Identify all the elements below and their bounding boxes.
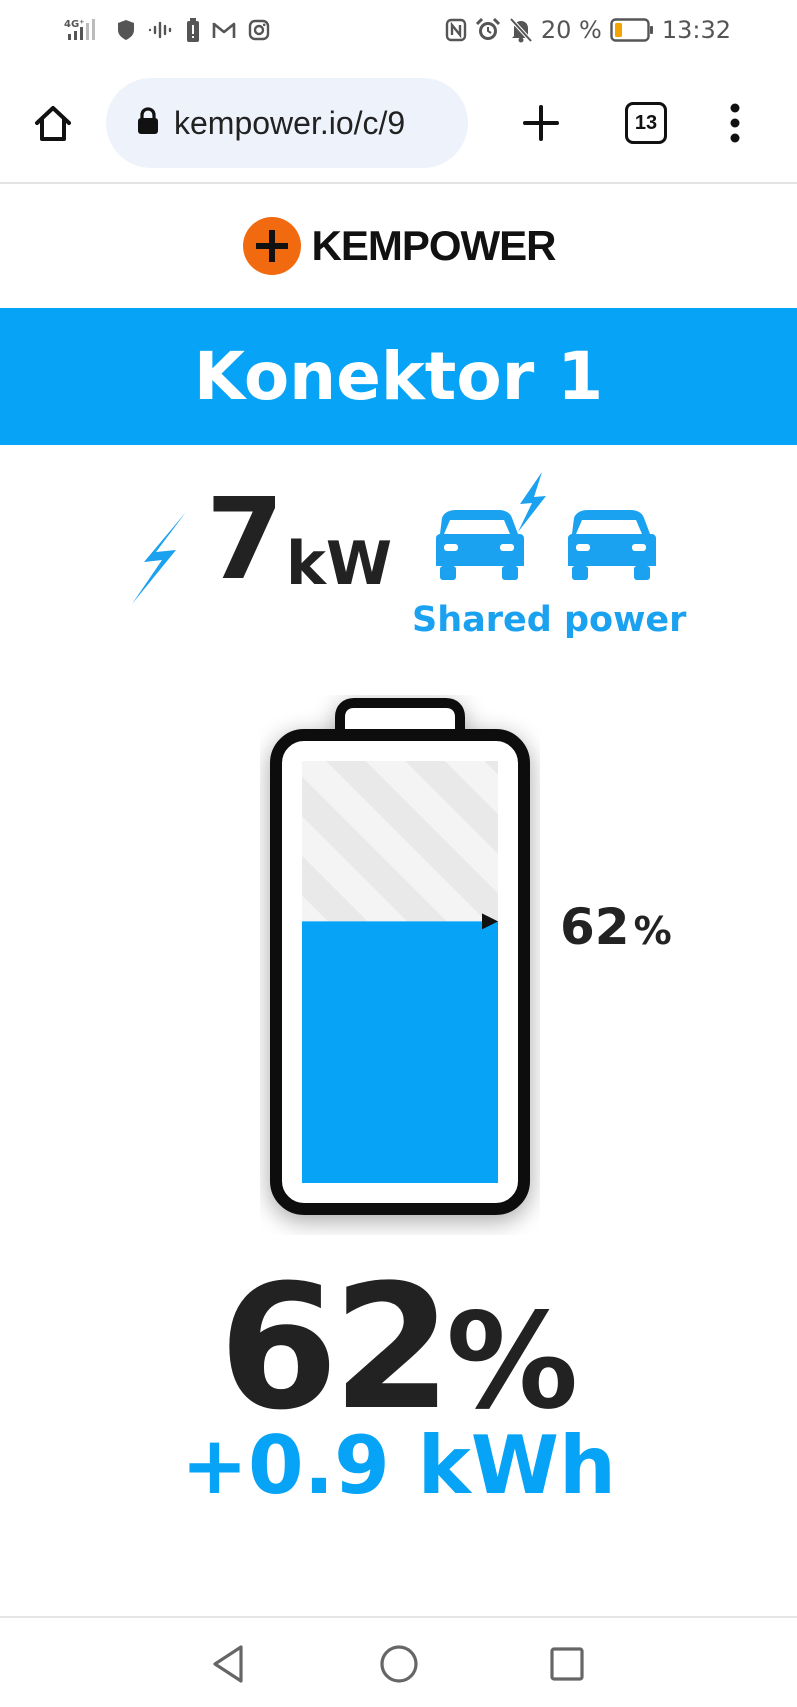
home-button[interactable]: [28, 98, 78, 148]
shared-power-label: Shared power: [412, 600, 687, 640]
clock: 13:32: [661, 16, 731, 44]
recents-button[interactable]: [543, 1640, 591, 1688]
lightning-bolt-icon: [132, 512, 186, 604]
logo-area: KEMPOWER: [0, 184, 797, 308]
back-triangle-icon: [213, 1645, 243, 1683]
browser-toolbar: kempower.io/c/9 13: [0, 62, 797, 184]
shared-power-cars-icon: [436, 472, 656, 580]
power-row: 7 kW Shared power: [0, 470, 797, 650]
recents-square-icon: [550, 1647, 584, 1681]
kempower-plus-icon: [242, 217, 301, 275]
battery-percent: 20 %: [540, 16, 602, 44]
back-button[interactable]: [204, 1640, 252, 1688]
new-tab-button[interactable]: [516, 98, 566, 148]
instagram-icon: [248, 19, 270, 41]
level-unit: %: [633, 909, 672, 953]
signal-icon: 4G⁺: [64, 17, 104, 43]
charge-percent-value: 62: [218, 1247, 452, 1448]
charge-percent-unit: %: [446, 1285, 579, 1439]
more-vertical-icon: [730, 103, 740, 143]
bell-off-icon: [509, 17, 533, 43]
lock-icon: [136, 106, 160, 140]
energy-delivered: +0.9 kWh: [181, 1419, 616, 1512]
alarm-icon: [475, 17, 501, 43]
plus-icon: [523, 105, 559, 141]
home-icon: [35, 106, 71, 141]
soundwave-icon: [148, 20, 174, 40]
status-bar: 4G⁺ 20 % 13:32: [0, 0, 797, 62]
shield-icon: [116, 19, 136, 41]
battery-gauge: [270, 698, 530, 1215]
charge-percent: 62%: [0, 1262, 797, 1434]
status-left: 4G⁺: [64, 16, 270, 44]
gmail-icon: [212, 20, 236, 40]
status-right: 20 % 13:32: [445, 16, 731, 44]
logo-text: KEMPOWER: [311, 222, 557, 269]
tab-switcher-button[interactable]: 13: [625, 102, 667, 144]
nfc-icon: [445, 18, 467, 42]
url-text: kempower.io/c/9: [174, 104, 406, 141]
battery-alert-icon: [186, 18, 200, 42]
address-bar[interactable]: kempower.io/c/9: [106, 78, 468, 168]
page: 4G⁺ 20 % 13:32 kempower.io/c/9 13 KEMPOW…: [0, 0, 797, 1707]
connector-title-banner: Konektor 1: [0, 308, 797, 445]
system-navigation-bar: [0, 1616, 797, 1707]
level-value: 62: [560, 898, 630, 956]
connector-title: Konektor 1: [193, 338, 604, 415]
battery-icon: [610, 18, 654, 42]
overflow-menu-button[interactable]: [720, 98, 750, 148]
battery-level-label: 62%: [560, 898, 672, 956]
battery-fill: [302, 921, 498, 1183]
power-unit: kW: [286, 529, 393, 599]
kempower-logo[interactable]: KEMPOWER: [242, 216, 557, 276]
power-value: 7: [206, 475, 284, 605]
home-circle-icon: [380, 1645, 418, 1683]
home-nav-button[interactable]: [375, 1640, 423, 1688]
